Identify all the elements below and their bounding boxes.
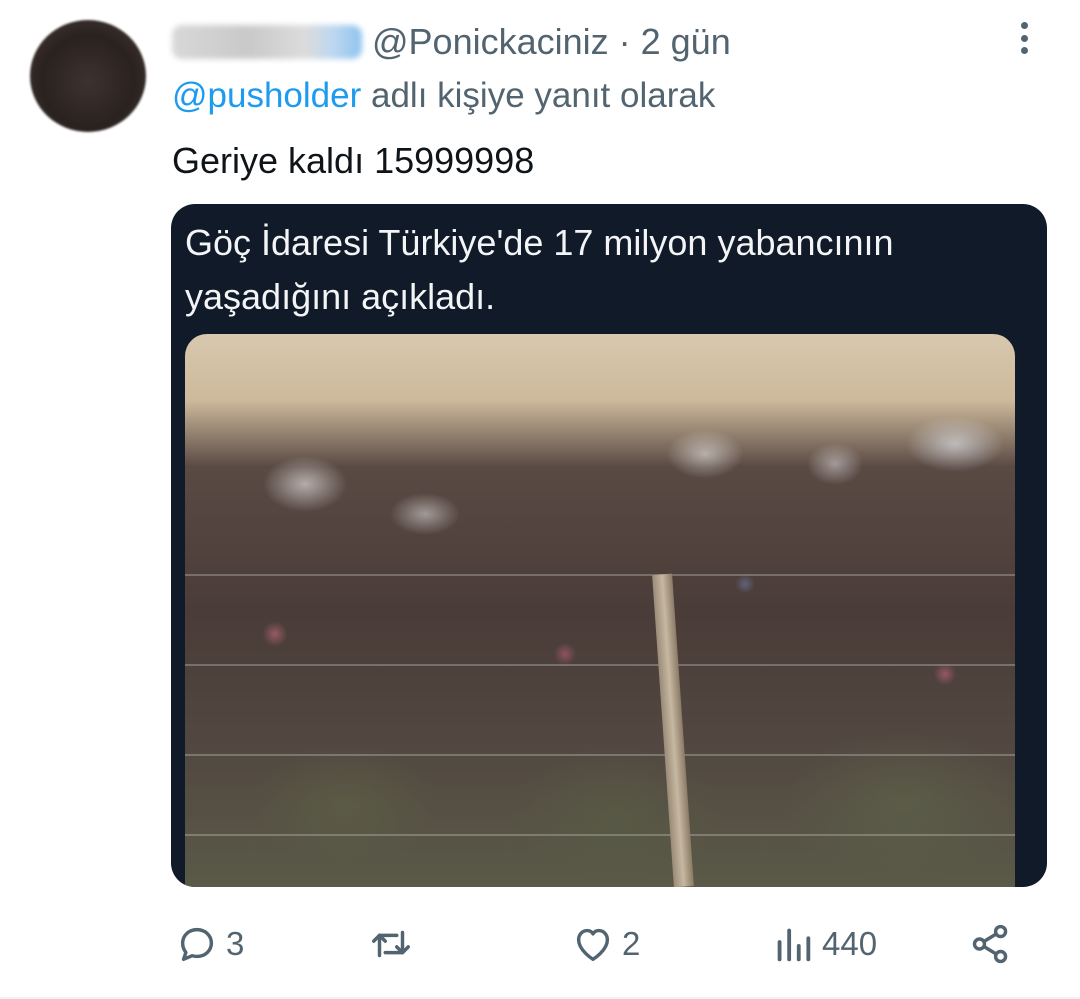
retweet-button[interactable]	[368, 918, 420, 970]
timestamp[interactable]: 2 gün	[641, 21, 731, 63]
like-count: 2	[622, 925, 641, 962]
views-button[interactable]: 440	[770, 918, 877, 970]
more-icon[interactable]	[1010, 18, 1038, 58]
views-count: 440	[822, 925, 878, 962]
separator: ·	[618, 21, 631, 62]
card-headline: Göç İdaresi Türkiye'de 17 milyon yabancı…	[185, 222, 894, 317]
reply-context: @pusholder adlı kişiye yanıt olarak	[172, 76, 715, 116]
tweet-header: @Ponickaciniz · 2 gün	[172, 20, 731, 64]
retweet-icon	[372, 930, 410, 958]
user-handle[interactable]: @Ponickaciniz	[372, 21, 609, 63]
crowd-photo[interactable]	[185, 334, 1015, 887]
reply-button[interactable]: 3	[174, 918, 244, 970]
reply-icon	[180, 927, 214, 962]
action-bar: 3 2 440	[172, 918, 1032, 970]
reply-count: 3	[226, 925, 245, 962]
fence-post	[652, 573, 694, 887]
like-button[interactable]: 2	[570, 918, 640, 970]
views-icon	[777, 928, 811, 962]
share-icon	[972, 924, 1008, 964]
reply-mention-link[interactable]: @pusholder	[172, 76, 361, 115]
share-button[interactable]	[968, 918, 1020, 970]
media-card[interactable]: Göç İdaresi Türkiye'de 17 milyon yabancı…	[171, 204, 1047, 887]
avatar[interactable]	[30, 20, 146, 132]
tweet[interactable]: @Ponickaciniz · 2 gün @pusholder adlı ki…	[0, 0, 1080, 999]
heart-icon	[576, 928, 610, 962]
tweet-text: Geriye kaldı 15999998	[172, 140, 535, 181]
redacted-display-name[interactable]	[172, 25, 362, 59]
reply-context-text: adlı kişiye yanıt olarak	[371, 76, 716, 115]
